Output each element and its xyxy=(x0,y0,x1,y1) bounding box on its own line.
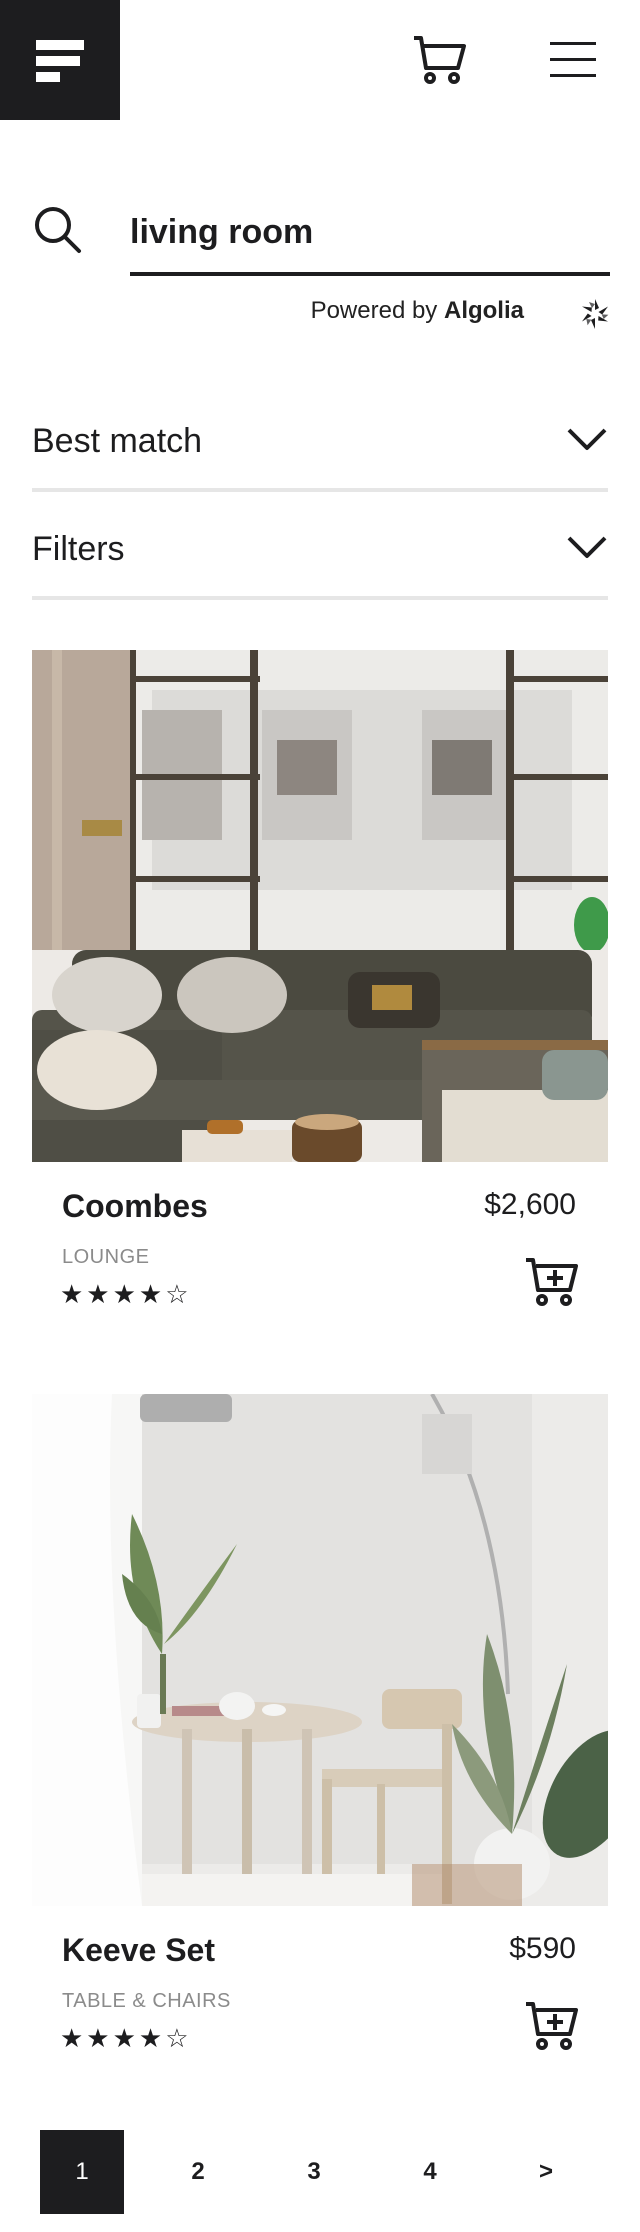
product-image-sofa[interactable] xyxy=(32,650,608,1162)
logo-bar-top xyxy=(36,40,84,50)
filters-label: Filters xyxy=(32,530,125,568)
chevron-down-icon xyxy=(567,428,607,450)
filters-dropdown[interactable]: Filters xyxy=(32,492,608,600)
hamburger-icon[interactable] xyxy=(548,38,598,82)
product-rating: ★★★★☆ xyxy=(60,1280,192,1310)
page-button-3[interactable]: 3 xyxy=(272,2130,356,2214)
product-category: LOUNGE xyxy=(62,1246,150,1268)
next-page-button[interactable]: > xyxy=(504,2130,588,2214)
product-name[interactable]: Keeve Set xyxy=(62,1932,215,1969)
chevron-down-icon xyxy=(567,536,607,558)
product-rating: ★★★★☆ xyxy=(60,2024,192,2054)
powered-by-brand: Algolia xyxy=(443,297,524,324)
logo-bar-middle xyxy=(36,56,80,66)
sort-dropdown[interactable]: Best match xyxy=(32,384,608,492)
cart-icon[interactable] xyxy=(412,34,468,86)
product-price: $590 xyxy=(509,1932,576,1965)
search-icon[interactable] xyxy=(32,204,84,256)
page-button-1[interactable]: 1 xyxy=(40,2130,124,2214)
header xyxy=(0,0,640,120)
search-input[interactable] xyxy=(130,200,610,276)
logo-bar-bottom xyxy=(36,72,60,82)
add-to-cart-icon[interactable] xyxy=(524,1256,578,1308)
powered-by-text: Powered by Algolia xyxy=(311,297,524,325)
logo[interactable] xyxy=(0,0,120,120)
add-to-cart-icon[interactable] xyxy=(524,2000,578,2052)
pagination: 1 2 3 4 > xyxy=(40,2130,600,2214)
powered-by-prefix: Powered by xyxy=(310,297,438,324)
product-price: $2,600 xyxy=(484,1188,576,1221)
algolia-icon xyxy=(582,299,609,329)
sort-label: Best match xyxy=(32,422,203,460)
product-category: TABLE & CHAIRS xyxy=(62,1990,231,2012)
page-button-2[interactable]: 2 xyxy=(156,2130,240,2214)
product-name[interactable]: Coombes xyxy=(62,1188,208,1225)
page-button-4[interactable]: 4 xyxy=(388,2130,472,2214)
product-image-table-chairs[interactable] xyxy=(32,1394,608,1906)
